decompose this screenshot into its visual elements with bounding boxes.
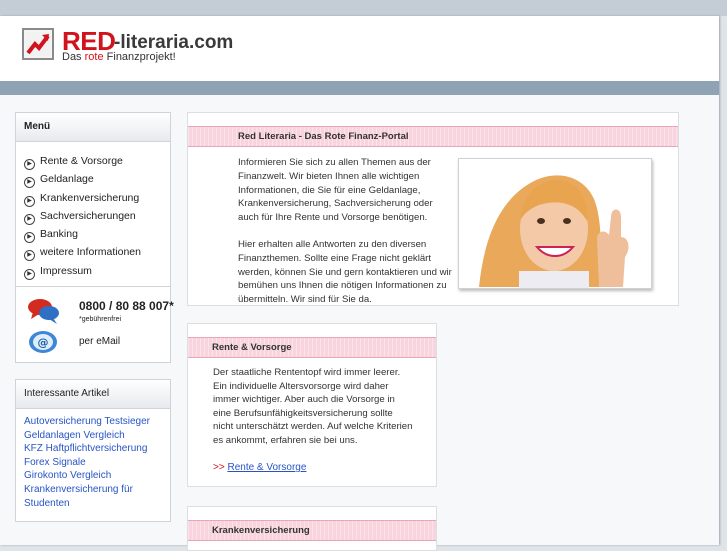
contact-email[interactable]: @ per eMail bbox=[27, 329, 120, 360]
portal-contact-text: Hier erhalten alle Antworten zu den dive… bbox=[238, 239, 452, 306]
menu-title: Menü bbox=[16, 113, 170, 142]
menu-item-impressum[interactable]: ▶ Impressum bbox=[16, 262, 170, 280]
rente-panel-header: Rente & Vorsorge bbox=[188, 337, 436, 358]
menu-item-weitere-informationen[interactable]: ▶ weitere Informationen bbox=[16, 243, 170, 262]
woman-thumbs-up-image bbox=[458, 158, 652, 289]
circle-arrow-icon: ▶ bbox=[24, 177, 35, 189]
phone-number[interactable]: 0800 / 80 88 007* bbox=[79, 299, 174, 313]
tagline-post: Finanzprojekt! bbox=[103, 51, 176, 63]
circle-arrow-icon: ▶ bbox=[24, 232, 35, 244]
rente-text: Der staatliche Rententopf wird immer lee… bbox=[213, 367, 413, 446]
email-at-icon: @ bbox=[29, 331, 57, 353]
menu-item-label: Impressum bbox=[40, 264, 92, 277]
circle-arrow-icon: ▶ bbox=[24, 268, 35, 280]
articles-list: Autoversicherung Testsieger Geldanlagen … bbox=[16, 409, 170, 510]
menu-item-rente[interactable]: ▶ Rente & Vorsorge bbox=[16, 152, 170, 170]
portal-panel: Red Literaria - Das Rote Finanz-Portal I… bbox=[187, 112, 679, 306]
articles-title: Interessante Artikel bbox=[16, 380, 170, 409]
menu-item-label: Krankenversicherung bbox=[40, 191, 140, 204]
portal-panel-title: Red Literaria - Das Rote Finanz-Portal bbox=[238, 131, 409, 142]
article-link[interactable]: Girokonto Vergleich bbox=[24, 469, 162, 483]
circle-arrow-icon: ▶ bbox=[24, 213, 35, 225]
email-link[interactable]: per eMail bbox=[79, 336, 120, 347]
menu-item-krankenversicherung[interactable]: ▶ Krankenversicherung bbox=[16, 189, 170, 207]
menu-item-sachversicherungen[interactable]: ▶ Sachversicherungen bbox=[16, 207, 170, 225]
kranken-panel-title: Krankenversicherung bbox=[212, 525, 310, 536]
article-link[interactable]: Geldanlagen Vergleich bbox=[24, 429, 162, 443]
chat-bubbles-icon bbox=[28, 299, 59, 324]
portal-intro-text: Informieren Sie sich zu allen Themen aus… bbox=[238, 157, 433, 224]
circle-arrow-icon: ▶ bbox=[24, 159, 35, 170]
tagline-pre: Das bbox=[62, 51, 85, 63]
menu-item-label: Geldanlage bbox=[40, 173, 94, 186]
logo-chart-icon[interactable] bbox=[22, 28, 54, 60]
contact-phone[interactable]: 0800 / 80 88 007* *gebührenfrei bbox=[27, 297, 174, 330]
phone-note: *gebührenfrei bbox=[79, 316, 122, 323]
browser-top-strip bbox=[0, 0, 727, 16]
tagline: Das rote Finanzprojekt! bbox=[62, 51, 176, 64]
portal-panel-header: Red Literaria - Das Rote Finanz-Portal bbox=[188, 126, 678, 147]
kranken-panel-header: Krankenversicherung bbox=[188, 520, 436, 541]
circle-arrow-icon: ▶ bbox=[24, 195, 35, 207]
menu-item-label: Rente & Vorsorge bbox=[40, 155, 123, 167]
rente-panel: Rente & Vorsorge Der staatliche Rentento… bbox=[187, 323, 437, 487]
article-link[interactable]: Krankenversicherung für Studenten bbox=[24, 483, 162, 510]
menu-item-label: weitere Informationen bbox=[40, 246, 141, 259]
menu-item-geldanlage[interactable]: ▶ Geldanlage bbox=[16, 170, 170, 189]
menu-item-banking[interactable]: ▶ Banking bbox=[16, 225, 170, 244]
article-link[interactable]: Forex Signale bbox=[24, 456, 162, 470]
menu-item-label: Sachversicherungen bbox=[40, 209, 136, 222]
sidebar-menu-box: Menü ▶ Rente & Vorsorge ▶ Geldanlage ▶ Kran… bbox=[15, 112, 174, 363]
menu-list: ▶ Rente & Vorsorge ▶ Geldanlage ▶ Krankenve… bbox=[16, 142, 170, 280]
rente-panel-title: Rente & Vorsorge bbox=[212, 342, 292, 353]
rente-more-link[interactable]: >> Rente & Vorsorge bbox=[213, 462, 306, 473]
svg-text:@: @ bbox=[38, 336, 49, 349]
menu-divider bbox=[16, 286, 170, 287]
header-divider-bar bbox=[0, 81, 719, 95]
circle-arrow-icon: ▶ bbox=[24, 250, 35, 262]
tagline-red-word: rote bbox=[84, 51, 104, 63]
menu-item-label: Banking bbox=[40, 228, 78, 241]
rente-link[interactable]: Rente & Vorsorge bbox=[227, 462, 306, 473]
article-link[interactable]: KFZ Haftpflichtversicherung bbox=[24, 442, 162, 456]
kranken-panel: Krankenversicherung bbox=[187, 506, 437, 551]
article-link[interactable]: Autoversicherung Testsieger bbox=[24, 415, 162, 429]
link-prefix: >> bbox=[213, 462, 228, 473]
articles-box: Interessante Artikel Autoversicherung Te… bbox=[15, 379, 171, 522]
